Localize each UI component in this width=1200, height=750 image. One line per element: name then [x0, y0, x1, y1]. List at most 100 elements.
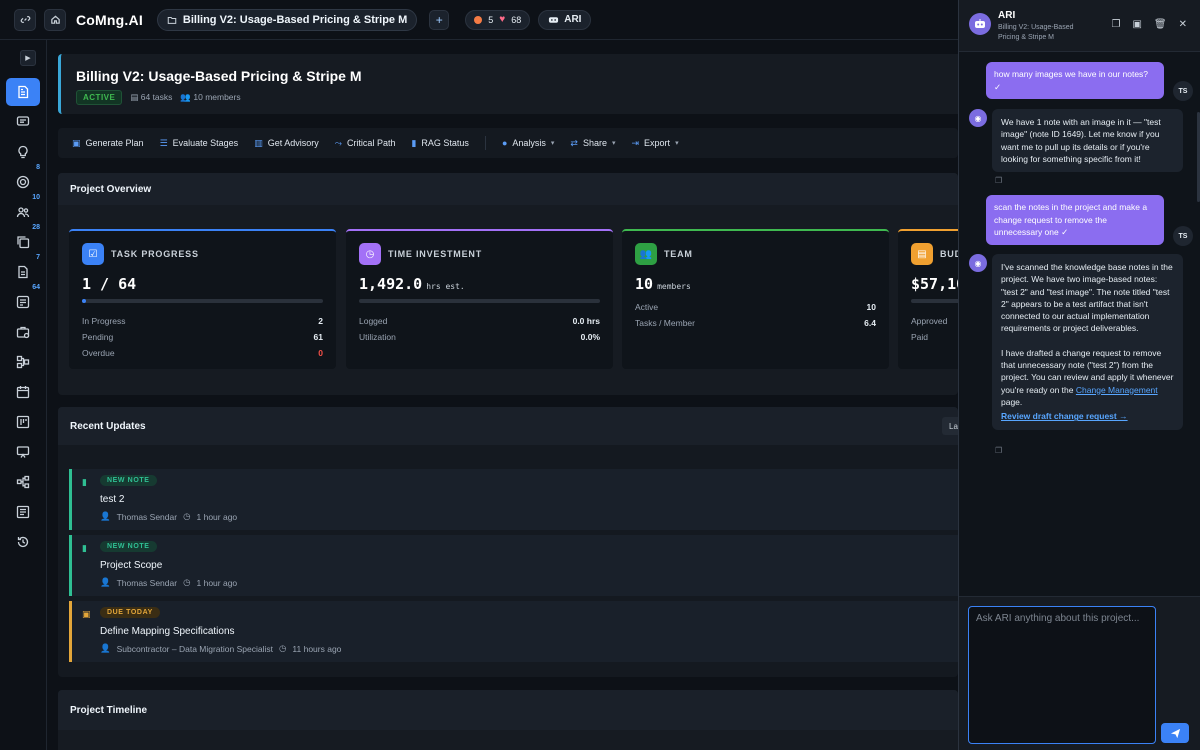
robot-icon: [975, 19, 985, 28]
sidebar-item-documents[interactable]: 28: [6, 224, 40, 256]
project-selector-label: Billing V2: Usage-Based Pricing & Stripe…: [182, 13, 408, 26]
sidebar-item-tasks[interactable]: 64: [6, 284, 40, 316]
export-dropdown[interactable]: ⇥ Export ▾: [632, 138, 679, 149]
sidebar-item-board[interactable]: [6, 408, 40, 436]
progress-bar: [359, 299, 600, 303]
add-button[interactable]: +: [429, 9, 450, 30]
card-title: TASK PROGRESS: [111, 249, 199, 259]
change-management-link[interactable]: Change Management: [1076, 385, 1158, 395]
link-icon[interactable]: [14, 8, 36, 31]
sidebar-item-targets[interactable]: 8: [6, 164, 40, 196]
trash-icon[interactable]: 🗑: [1154, 19, 1167, 30]
chevron-down-icon: ▾: [675, 140, 679, 147]
updates-list: ▮ NEW NOTE test 2 👤 Thomas Sendar ◷ 1 hour…: [69, 469, 958, 667]
card-value-wrap: 10 members: [635, 275, 691, 293]
project-overview-section: Project Overview ☑ TASK PROGRESS 1 / 64 …: [58, 173, 958, 395]
critical-path-button[interactable]: ⤳ Critical Path: [335, 138, 396, 149]
card-row: In Progress 2: [82, 313, 323, 329]
close-icon[interactable]: ✕: [1179, 19, 1187, 30]
rag-status-button[interactable]: ▮ RAG Status: [411, 138, 468, 149]
row-value: 61: [313, 332, 323, 342]
generate-plan-button[interactable]: ▣ Generate Plan: [72, 138, 144, 149]
copy-icon[interactable]: ❐: [995, 176, 1002, 185]
copy-icon: [17, 236, 30, 249]
bot-avatar: ◉: [969, 109, 987, 127]
presentation-icon: [16, 446, 30, 458]
project-selector[interactable]: Billing V2: Usage-Based Pricing & Stripe…: [156, 8, 418, 31]
users-icon: [16, 207, 30, 218]
sidebar-item-hierarchy[interactable]: [6, 468, 40, 496]
row-value: 6.4: [864, 318, 876, 328]
update-author: Thomas Sendar: [116, 511, 178, 522]
send-icon: [1170, 728, 1180, 738]
share-label: Share: [582, 138, 607, 148]
chat-input[interactable]: [968, 606, 1156, 744]
overview-cards: ☑ TASK PROGRESS 1 / 64 In Progress 2 Pend…: [69, 229, 958, 369]
list-icon: ☰: [159, 137, 168, 148]
sidebar-item-files[interactable]: 7: [6, 254, 40, 286]
chart-icon: ▥: [254, 137, 263, 148]
get-advisory-button[interactable]: ▥ Get Advisory: [254, 138, 319, 149]
clock-icon: ◷: [359, 243, 381, 265]
list-item[interactable]: ▮ NEW NOTE Project Scope 👤 Thomas Sendar …: [69, 535, 958, 596]
save-icon[interactable]: ▣: [1132, 19, 1141, 30]
stats-pill[interactable]: 5 ♥ 68: [465, 9, 531, 30]
briefcase-icon: [16, 326, 30, 339]
sidebar: ▶ 8 10 28 7 64: [0, 40, 47, 750]
ari-chat-panel: ARI Billing V2: Usage-Based Pricing & St…: [958, 0, 1200, 750]
card-unit: hrs est.: [426, 282, 465, 291]
folder-icon: [167, 16, 177, 24]
sidebar-item-history[interactable]: [6, 528, 40, 556]
sidebar-item-team[interactable]: 10: [6, 194, 40, 226]
file-icon: [18, 265, 28, 279]
copy-icon[interactable]: ❐: [995, 446, 1002, 455]
home-icon[interactable]: [44, 8, 66, 31]
row-label: Tasks / Member: [635, 318, 695, 328]
update-tag: NEW NOTE: [100, 475, 157, 486]
card-row: Tasks / Member 6.4: [635, 315, 876, 331]
card-row: Paid: [911, 329, 958, 345]
filter-button[interactable]: La: [942, 417, 958, 435]
project-header: Billing V2: Usage-Based Pricing & Stripe…: [58, 54, 958, 114]
share-dropdown[interactable]: ⇄ Share ▾: [570, 138, 615, 149]
analysis-dropdown[interactable]: ● Analysis ▾: [502, 138, 554, 148]
row-label: Overdue: [82, 348, 115, 358]
traffic-light-icon: ▮: [411, 137, 417, 148]
ari-label: ARI: [564, 14, 582, 25]
sidebar-badge-documents: 28: [32, 224, 40, 231]
sidebar-item-workflow[interactable]: [6, 348, 40, 376]
update-time: 1 hour ago: [196, 511, 238, 522]
sidebar-item-ideas[interactable]: [6, 138, 40, 166]
user-avatar: TS: [1173, 226, 1193, 246]
hierarchy-icon: [16, 475, 30, 489]
message-text: We have 1 note with an image in it — "te…: [1001, 117, 1161, 164]
row-label: Approved: [911, 316, 948, 326]
send-button[interactable]: [1161, 723, 1189, 743]
review-draft-link[interactable]: Review draft change request →: [1001, 411, 1128, 421]
tasks-meta: ▤ 64 tasks: [130, 92, 172, 103]
chevron-down-icon: ▾: [550, 140, 555, 147]
card-value: 10: [635, 275, 654, 293]
evaluate-stages-button[interactable]: ☰ Evaluate Stages: [160, 138, 239, 149]
sidebar-collapse-button[interactable]: ▶: [20, 50, 36, 66]
row-label: Logged: [359, 316, 388, 326]
sidebar-item-reports[interactable]: [6, 498, 40, 526]
clock-icon: ◷: [183, 577, 191, 587]
sidebar-item-budget[interactable]: [6, 318, 40, 346]
list-item[interactable]: ▣ DUE TODAY Define Mapping Specification…: [69, 601, 958, 662]
sidebar-item-calendar[interactable]: [6, 378, 40, 406]
sidebar-item-messages[interactable]: [6, 108, 40, 136]
list-item[interactable]: ▮ NEW NOTE test 2 👤 Thomas Sendar ◷ 1 hour…: [69, 469, 958, 530]
update-time: 1 hour ago: [196, 577, 238, 588]
copy-icon[interactable]: ❐: [1111, 19, 1120, 30]
row-label: Active: [635, 302, 659, 312]
sidebar-item-presentations[interactable]: [6, 438, 40, 466]
project-timeline-section: Project Timeline: [58, 690, 958, 750]
sidebar-item-overview[interactable]: [6, 78, 40, 106]
update-title: test 2: [100, 494, 125, 505]
card-title: TEAM: [664, 249, 693, 259]
users-icon: 👥: [635, 243, 657, 265]
ari-toggle-button[interactable]: ARI: [538, 9, 592, 30]
app-logo[interactable]: CoMng.AI: [76, 12, 143, 28]
path-icon: ⤳: [334, 137, 342, 148]
